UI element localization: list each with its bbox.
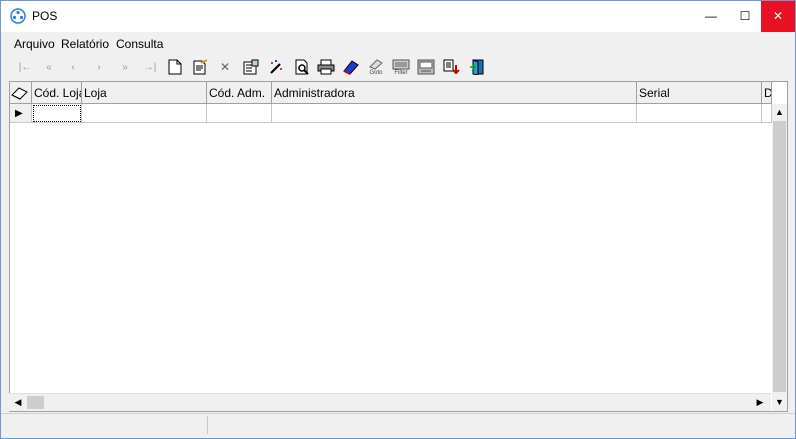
column-header-cod-loja[interactable]: Cód. Loja — [32, 82, 82, 104]
filter-icon[interactable]: Filter — [391, 57, 411, 77]
maximize-button[interactable]: ☐ — [728, 1, 762, 32]
print-icon[interactable] — [316, 57, 336, 77]
close-button[interactable]: ✕ — [761, 1, 795, 32]
last-record-icon[interactable]: →| — [140, 57, 160, 77]
export-icon[interactable] — [442, 57, 462, 77]
next-record-icon[interactable]: › — [89, 57, 109, 77]
table-cell[interactable] — [637, 104, 762, 123]
scroll-up-icon[interactable]: ▲ — [772, 104, 787, 120]
row-indicator[interactable]: ▶ — [10, 104, 32, 123]
print-preview-icon[interactable] — [292, 57, 312, 77]
next-page-icon[interactable]: » — [115, 57, 135, 77]
app-icon — [10, 8, 26, 24]
status-panel-2 — [209, 416, 789, 434]
toolbar: |← « ‹ › » →| ✕ Goto Filter — [1, 53, 795, 79]
data-grid[interactable]: Cód. Loja Loja Cód. Adm. Administradora … — [9, 81, 788, 412]
column-header-loja[interactable]: Loja — [82, 82, 207, 104]
menu-arquivo[interactable]: Arquivo — [14, 37, 55, 51]
menu-consulta[interactable]: Consulta — [116, 37, 163, 51]
vertical-scroll-thumb[interactable] — [773, 121, 786, 392]
grid-corner[interactable] — [10, 82, 32, 104]
goto-label: Goto — [369, 69, 383, 76]
vertical-scrollbar[interactable]: ▲ ▼ — [772, 104, 787, 411]
pos-window: POS — ☐ ✕ Arquivo Relatório Consulta |← … — [0, 0, 796, 439]
column-header-cod-adm[interactable]: Cód. Adm. — [207, 82, 272, 104]
window-title: POS — [32, 9, 58, 23]
scroll-right-icon[interactable]: ▶ — [753, 394, 767, 411]
table-cell[interactable] — [762, 104, 772, 123]
column-header-serial[interactable]: Serial — [637, 82, 762, 104]
prev-page-icon[interactable]: « — [39, 57, 59, 77]
exit-door-icon[interactable] — [467, 57, 487, 77]
status-bar — [1, 413, 795, 437]
report-icon[interactable] — [416, 57, 436, 77]
first-record-icon[interactable]: |← — [15, 57, 35, 77]
new-document-icon[interactable] — [165, 57, 185, 77]
column-header-d[interactable]: D — [762, 82, 772, 104]
title-bar[interactable]: POS — ☐ ✕ — [1, 1, 795, 32]
wand-icon[interactable] — [266, 57, 286, 77]
status-panel-1 — [3, 416, 208, 434]
prev-record-icon[interactable]: ‹ — [63, 57, 83, 77]
table-cell[interactable] — [207, 104, 272, 123]
horizontal-scrollbar[interactable]: ◀ ▶ — [9, 393, 771, 411]
menu-bar: Arquivo Relatório Consulta — [1, 32, 795, 53]
scroll-left-icon[interactable]: ◀ — [11, 394, 25, 411]
filter-label: Filter — [394, 69, 408, 76]
edit-document-icon[interactable] — [190, 57, 210, 77]
column-header-administradora[interactable]: Administradora — [272, 82, 637, 104]
book-icon[interactable] — [341, 57, 361, 77]
minimize-button[interactable]: — — [694, 1, 728, 32]
delete-icon[interactable]: ✕ — [215, 57, 235, 77]
menu-relatorio[interactable]: Relatório — [61, 37, 109, 51]
scroll-down-icon[interactable]: ▼ — [772, 394, 787, 410]
table-cell[interactable] — [82, 104, 207, 123]
table-cell[interactable] — [272, 104, 637, 123]
properties-icon[interactable] — [241, 57, 261, 77]
table-cell[interactable] — [32, 104, 82, 123]
horizontal-scroll-thumb[interactable] — [27, 396, 44, 409]
goto-icon[interactable]: Goto — [366, 57, 386, 77]
book-corner-icon — [11, 87, 28, 100]
